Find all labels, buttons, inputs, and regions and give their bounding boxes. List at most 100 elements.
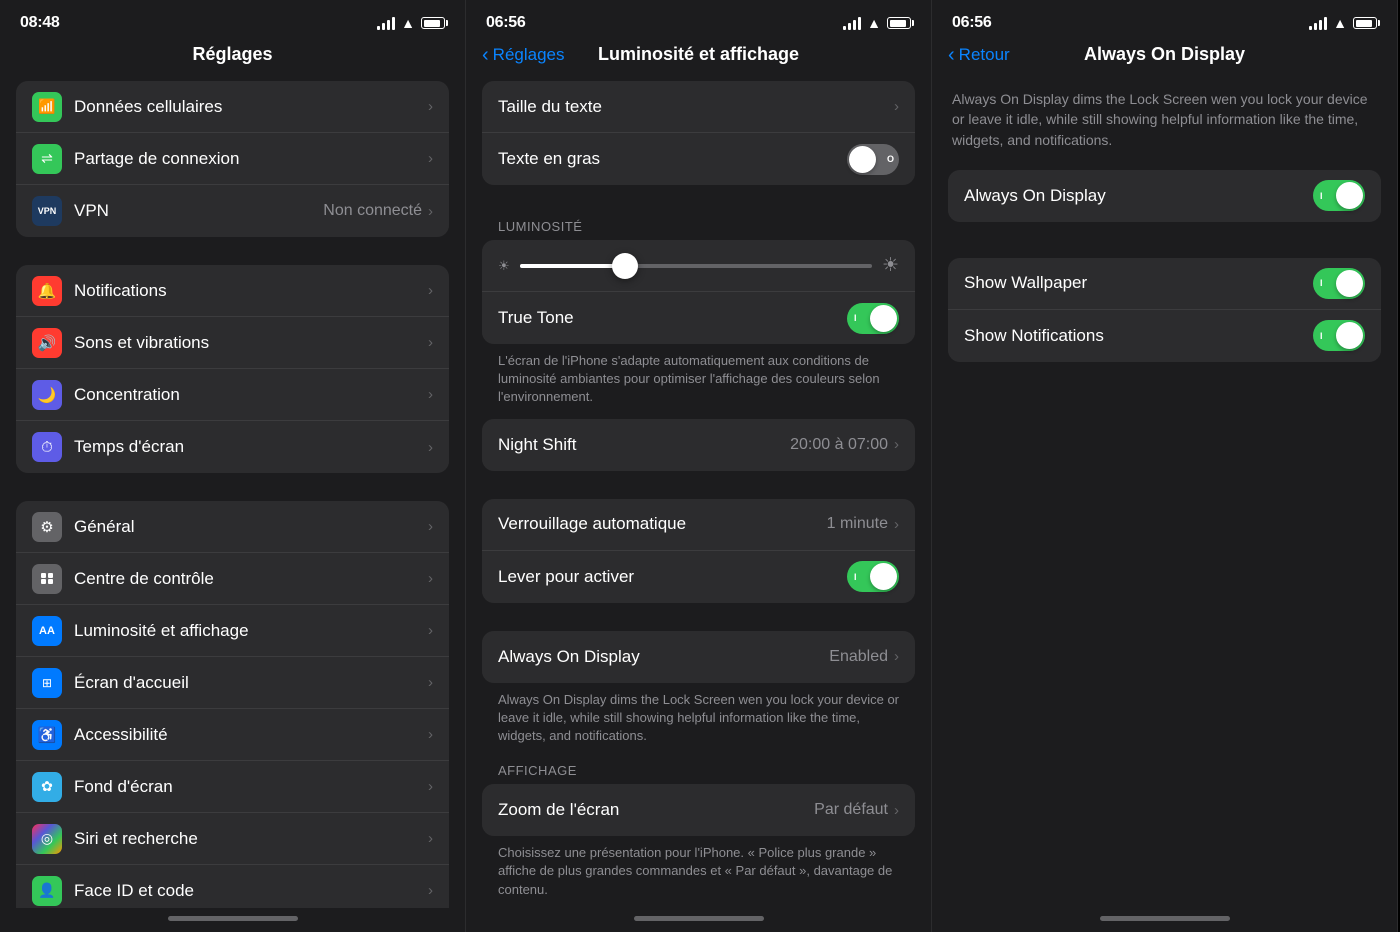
sidebar-item-fond-ecran[interactable]: ✿ Fond d'écran ›	[16, 761, 449, 813]
aod-toggle-item[interactable]: Always On Display I	[948, 170, 1381, 222]
taille-texte-item[interactable]: Taille du texte ›	[482, 81, 915, 133]
general-label: Général	[74, 517, 428, 537]
centre-controle-icon	[32, 564, 62, 594]
show-notifications-item[interactable]: Show Notifications I	[948, 310, 1381, 362]
temps-ecran-icon: ⏱	[32, 432, 62, 462]
chevron-icon: ›	[428, 778, 433, 795]
group-connectivity: 📶 Données cellulaires › ⇌ Partage de con…	[16, 81, 449, 237]
aod-main-toggle[interactable]: I	[1313, 180, 1365, 211]
sidebar-item-sons[interactable]: 🔊 Sons et vibrations ›	[16, 317, 449, 369]
sons-label: Sons et vibrations	[74, 333, 428, 353]
siri-label: Siri et recherche	[74, 829, 428, 849]
status-icons-2: ▲	[843, 15, 911, 31]
verrouillage-item[interactable]: Verrouillage automatique 1 minute ›	[482, 499, 915, 551]
zoom-item[interactable]: Zoom de l'écran Par défaut ›	[482, 784, 915, 836]
settings-scroll-3[interactable]: Always On Display dims the Lock Screen w…	[932, 73, 1397, 908]
aod-item[interactable]: Always On Display Enabled ›	[482, 631, 915, 683]
aod-toggle-label: Always On Display	[964, 186, 1313, 206]
chevron-icon: ›	[428, 674, 433, 691]
chevron-icon: ›	[428, 150, 433, 167]
luminosite-label: Luminosité et affichage	[74, 621, 428, 641]
partage-label: Partage de connexion	[74, 149, 428, 169]
zoom-value: Par défaut	[814, 801, 888, 819]
sidebar-item-ecran-accueil[interactable]: ⊞ Écran d'accueil ›	[16, 657, 449, 709]
back-chevron-icon-3: ‹	[948, 45, 955, 65]
general-icon: ⚙	[32, 512, 62, 542]
taille-texte-label: Taille du texte	[498, 97, 894, 117]
concentration-label: Concentration	[74, 385, 428, 405]
home-indicator-3	[932, 908, 1397, 932]
home-indicator-2	[466, 908, 931, 932]
show-wallpaper-toggle[interactable]: I	[1313, 268, 1365, 299]
chevron-icon: ›	[428, 726, 433, 743]
chevron-icon: ›	[428, 98, 433, 115]
sidebar-item-partage[interactable]: ⇌ Partage de connexion ›	[16, 133, 449, 185]
fond-ecran-icon: ✿	[32, 772, 62, 802]
texte-gras-label: Texte en gras	[498, 149, 847, 169]
back-button-2[interactable]: ‹ Réglages	[482, 45, 565, 65]
sidebar-item-general[interactable]: ⚙ Général ›	[16, 501, 449, 553]
show-notifications-toggle[interactable]: I	[1313, 320, 1365, 351]
show-wallpaper-item[interactable]: Show Wallpaper I	[948, 258, 1381, 310]
group-aod-options: Show Wallpaper I Show Notifications I	[948, 258, 1381, 362]
chevron-icon: ›	[428, 622, 433, 639]
page-title-1: Réglages	[192, 44, 272, 65]
group-night-shift: Night Shift 20:00 à 07:00 ›	[482, 419, 915, 471]
sidebar-item-notifications[interactable]: 🔔 Notifications ›	[16, 265, 449, 317]
accessibilite-label: Accessibilité	[74, 725, 428, 745]
sidebar-item-faceid[interactable]: 👤 Face ID et code ›	[16, 865, 449, 908]
time-3: 06:56	[952, 14, 991, 32]
brightness-high-icon: ☀	[882, 254, 899, 277]
aod-value: Enabled	[829, 648, 888, 666]
sidebar-item-accessibilite[interactable]: ♿ Accessibilité ›	[16, 709, 449, 761]
sidebar-item-concentration[interactable]: 🌙 Concentration ›	[16, 369, 449, 421]
back-label-2: Réglages	[493, 45, 565, 65]
night-shift-label: Night Shift	[498, 435, 790, 455]
sidebar-item-luminosite[interactable]: AA Luminosité et affichage ›	[16, 605, 449, 657]
page-title-3: Always On Display	[1084, 44, 1245, 65]
aod-description: Always On Display dims the Lock Screen w…	[466, 683, 931, 758]
texte-gras-toggle[interactable]: O	[847, 144, 899, 175]
true-tone-item[interactable]: True Tone I	[482, 292, 915, 344]
settings-scroll-2[interactable]: Taille du texte › Texte en gras O LUMINO…	[466, 73, 931, 908]
luminosite-slider-item[interactable]: ☀ ☀	[482, 240, 915, 292]
night-shift-item[interactable]: Night Shift 20:00 à 07:00 ›	[482, 419, 915, 471]
sidebar-item-siri[interactable]: ◎ Siri et recherche ›	[16, 813, 449, 865]
panel-aod: 06:56 ▲ ‹ Retour Always On Display Alway…	[932, 0, 1398, 932]
sidebar-item-temps-ecran[interactable]: ⏱ Temps d'écran ›	[16, 421, 449, 473]
texte-gras-item[interactable]: Texte en gras O	[482, 133, 915, 185]
lever-toggle[interactable]: I	[847, 561, 899, 592]
true-tone-toggle[interactable]: I	[847, 303, 899, 334]
chevron-icon: ›	[428, 439, 433, 456]
wifi-icon-1: ▲	[401, 15, 415, 31]
time-2: 06:56	[486, 14, 525, 32]
sidebar-item-vpn[interactable]: VPN VPN Non connecté ›	[16, 185, 449, 237]
donnees-icon: 📶	[32, 92, 62, 122]
sidebar-item-donnees-cellulaires[interactable]: 📶 Données cellulaires ›	[16, 81, 449, 133]
status-bar-1: 08:48 ▲	[0, 0, 465, 38]
group-aod-toggle: Always On Display I	[948, 170, 1381, 222]
nav-bar-3: ‹ Retour Always On Display	[932, 38, 1397, 73]
battery-icon-3	[1353, 17, 1377, 29]
brightness-slider[interactable]	[520, 264, 872, 268]
settings-scroll-1[interactable]: 📶 Données cellulaires › ⇌ Partage de con…	[0, 73, 465, 908]
chevron-icon: ›	[428, 518, 433, 535]
vpn-label: VPN	[74, 201, 323, 221]
luminosite-header: LUMINOSITÉ	[466, 213, 931, 240]
lever-item[interactable]: Lever pour activer I	[482, 551, 915, 603]
back-label-3: Retour	[959, 45, 1010, 65]
signal-icon-3	[1309, 17, 1327, 30]
group-notifications: 🔔 Notifications › 🔊 Sons et vibrations ›…	[16, 265, 449, 473]
concentration-icon: 🌙	[32, 380, 62, 410]
chevron-icon: ›	[894, 648, 899, 665]
wifi-icon-3: ▲	[1333, 15, 1347, 31]
sidebar-item-centre-controle[interactable]: Centre de contrôle ›	[16, 553, 449, 605]
status-icons-3: ▲	[1309, 15, 1377, 31]
battery-icon-2	[887, 17, 911, 29]
back-button-3[interactable]: ‹ Retour	[948, 45, 1010, 65]
group-lock: Verrouillage automatique 1 minute › Leve…	[482, 499, 915, 603]
group-display: ⚙ Général › Centre de contrôle › AA	[16, 501, 449, 908]
chevron-icon: ›	[428, 570, 433, 587]
group-luminosite: ☀ ☀ True Tone I	[482, 240, 915, 344]
chevron-icon: ›	[428, 830, 433, 847]
